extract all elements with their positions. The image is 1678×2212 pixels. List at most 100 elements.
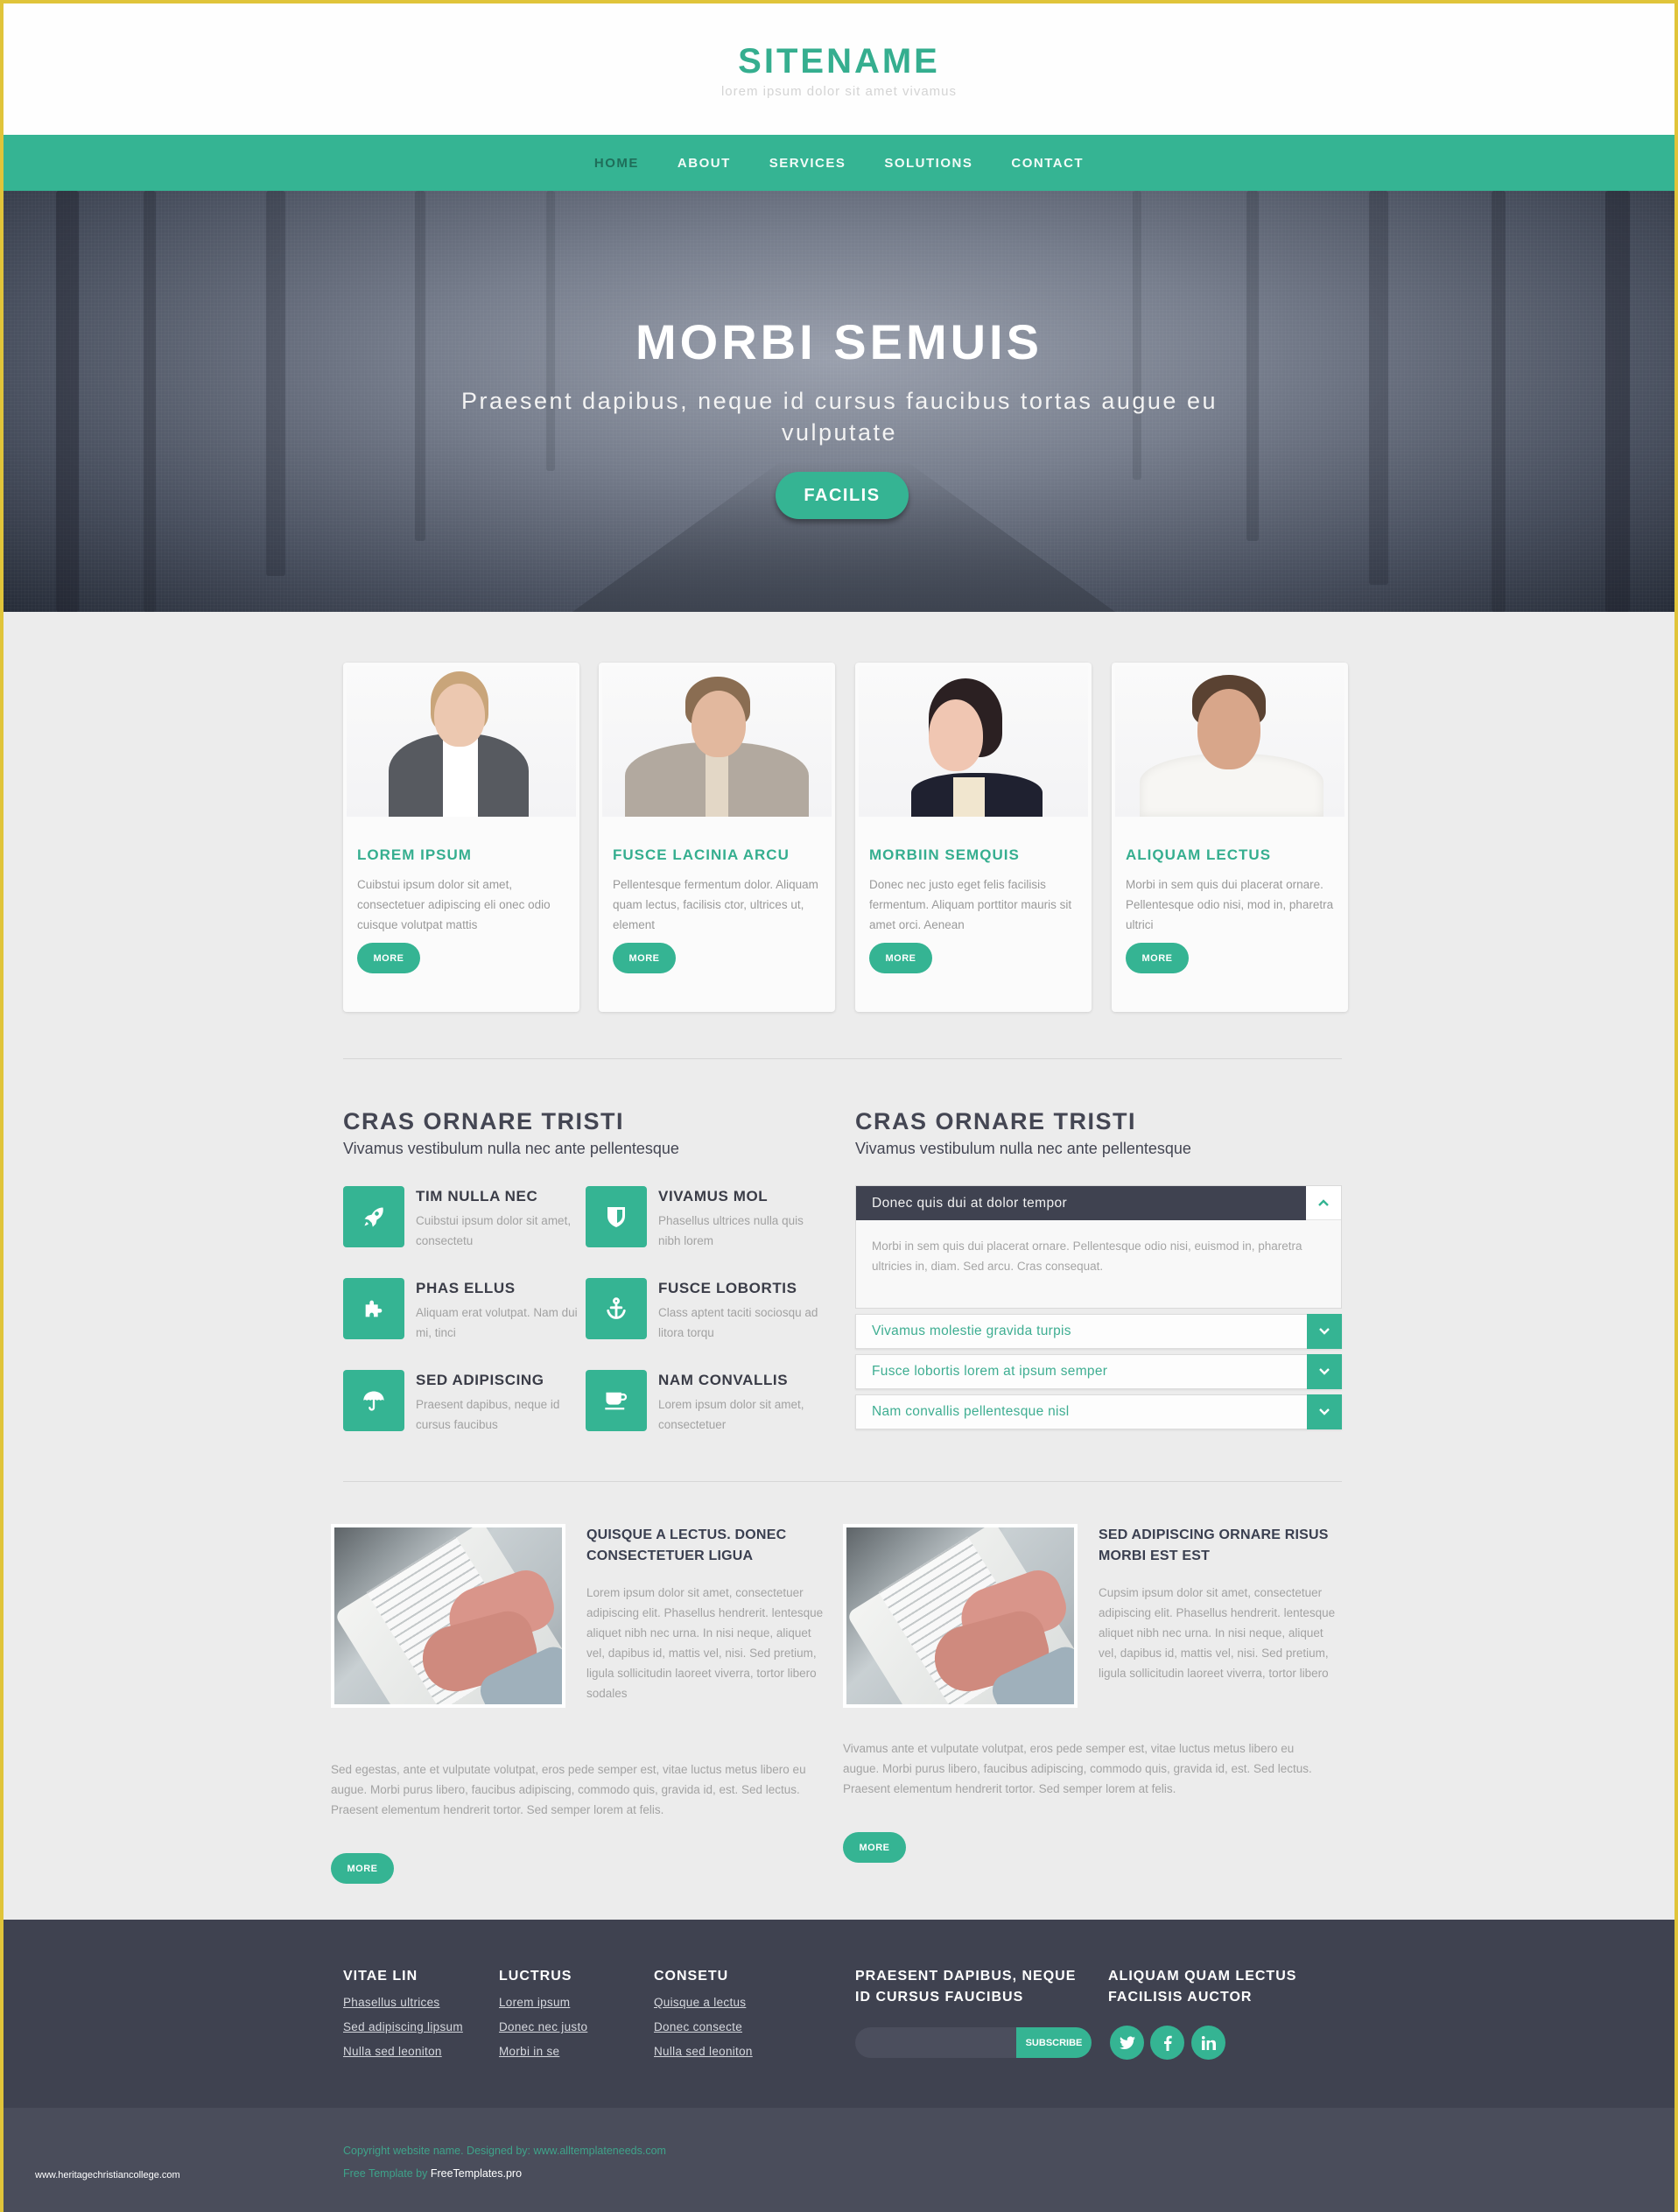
- article-image: [843, 1524, 1078, 1708]
- features-title: CRAS ORNARE TRISTI: [343, 1108, 625, 1134]
- subscribe-button[interactable]: SUBSCRIBE: [1016, 2027, 1092, 2058]
- linkedin-icon[interactable]: [1191, 2026, 1225, 2060]
- footer-link[interactable]: Sed adipiscing lipsum: [343, 2020, 463, 2033]
- accordion-item[interactable]: Nam convallis pellentesque nisl: [855, 1394, 1342, 1429]
- chevron-down-icon[interactable]: [1307, 1354, 1342, 1389]
- article-more-button[interactable]: MORE: [843, 1832, 906, 1863]
- team-description: Cuibstui ipsum dolor sit amet, consectet…: [357, 878, 551, 931]
- chevron-up-icon[interactable]: [1306, 1186, 1341, 1220]
- more-button[interactable]: MORE: [613, 943, 676, 973]
- chevron-down-icon[interactable]: [1307, 1314, 1342, 1349]
- footer-link[interactable]: Nulla sed leoniton: [343, 2045, 442, 2058]
- twitter-icon[interactable]: [1110, 2026, 1144, 2060]
- more-button[interactable]: MORE: [869, 943, 932, 973]
- hero-banner: MORBI SEMUIS Praesent dapibus, neque id …: [4, 191, 1674, 612]
- team-card: LOREM IPSUM Cuibstui ipsum dolor sit ame…: [343, 663, 579, 1012]
- footer-column-title: CONSETU: [654, 1969, 729, 1984]
- team-name: MORBIIN SEMQUIS: [869, 846, 1020, 863]
- section-divider: [343, 1481, 1342, 1482]
- hero-tree: [1605, 191, 1630, 612]
- footer-link[interactable]: Morbi in se: [499, 2045, 559, 2058]
- footer-link[interactable]: Quisque a lectus: [654, 1996, 746, 2009]
- footer-link[interactable]: Nulla sed leoniton: [654, 2045, 753, 2058]
- shield-icon: [586, 1186, 647, 1247]
- bottom-bar: [4, 2108, 1674, 2212]
- nav-solutions[interactable]: SOLUTIONS: [865, 156, 992, 171]
- accordion-panel-open: Donec quis dui at dolor tempor Morbi in …: [855, 1185, 1342, 1309]
- accordion-item-label[interactable]: Fusce lobortis lorem at ipsum semper: [872, 1355, 1107, 1388]
- footer-link[interactable]: Lorem ipsum: [499, 1996, 570, 2009]
- puzzle-icon: [343, 1278, 404, 1339]
- footer-link[interactable]: Phasellus ultrices: [343, 1996, 439, 2009]
- nav-contact[interactable]: CONTACT: [992, 156, 1103, 171]
- article-image: [331, 1524, 565, 1708]
- copyright-text: Copyright website name. Designed by: www…: [343, 2145, 666, 2157]
- hero-subtitle: Praesent dapibus, neque id cursus faucib…: [461, 388, 1218, 446]
- article-more-button[interactable]: MORE: [331, 1853, 394, 1884]
- accordion-header[interactable]: Donec quis dui at dolor tempor: [856, 1186, 1306, 1220]
- article-extra-text: Vivamus ante et vulputate volutpat, eros…: [843, 1742, 1312, 1795]
- team-photo: [1115, 666, 1345, 817]
- more-button[interactable]: MORE: [357, 943, 420, 973]
- accordion-body: Morbi in sem quis dui placerat ornare. P…: [872, 1239, 1302, 1273]
- feature-title: SED ADIPISCING: [416, 1372, 544, 1388]
- photo-face: [929, 699, 983, 771]
- team-name: FUSCE LACINIA ARCU: [613, 846, 790, 863]
- team-card: ALIQUAM LECTUS Morbi in sem quis dui pla…: [1112, 663, 1348, 1012]
- nav-services[interactable]: SERVICES: [750, 156, 866, 171]
- accordion-item-label[interactable]: Vivamus molestie gravida turpis: [872, 1315, 1071, 1348]
- footer: [4, 1920, 1674, 2108]
- photo-face: [434, 684, 485, 747]
- feature-item: SED ADIPISCING Praesent dapibus, neque i…: [343, 1370, 588, 1433]
- feature-text: Praesent dapibus, neque id cursus faucib…: [416, 1398, 560, 1431]
- feature-title: NAM CONVALLIS: [658, 1372, 789, 1388]
- accordion-item-label[interactable]: Nam convallis pellentesque nisl: [872, 1395, 1070, 1429]
- chevron-down-icon[interactable]: [1307, 1394, 1342, 1429]
- footer-link[interactable]: Donec consecte: [654, 2020, 742, 2033]
- team-name: LOREM IPSUM: [357, 846, 472, 863]
- social-title: ALIQUAM QUAM LECTUS FACILISIS AUCTOR: [1108, 1969, 1297, 2005]
- feature-item: PHAS ELLUS Aliquam erat volutpat. Nam du…: [343, 1278, 588, 1341]
- team-name: ALIQUAM LECTUS: [1126, 846, 1272, 863]
- feature-text: Cuibstui ipsum dolor sit amet, consectet…: [416, 1214, 572, 1247]
- newsletter-title: PRAESENT DAPIBUS, NEQUE ID CURSUS FAUCIB…: [855, 1969, 1077, 2005]
- features-subtitle: Vivamus vestibulum nulla nec ante pellen…: [343, 1140, 679, 1157]
- section-divider: [343, 1058, 1342, 1059]
- team-photo: [347, 666, 576, 817]
- facebook-icon[interactable]: [1150, 2026, 1184, 2060]
- feature-title: VIVAMUS MOL: [658, 1188, 769, 1204]
- site-tagline: lorem ipsum dolor sit amet vivamus: [720, 84, 958, 99]
- feature-text: Phasellus ultrices nulla quis nibh lorem: [658, 1214, 804, 1247]
- hero-tree: [266, 191, 285, 576]
- template-credit-prefix: Free Template by: [343, 2167, 431, 2180]
- feature-item: FUSCE LOBORTIS Class aptent taciti socio…: [586, 1278, 831, 1341]
- hero-tree: [56, 191, 79, 612]
- article-body: Cupsim ipsum dolor sit amet, consectetue…: [1099, 1586, 1336, 1680]
- accordion-item[interactable]: Vivamus molestie gravida turpis: [855, 1314, 1342, 1349]
- watermark-text: www.heritagechristiancollege.com: [35, 2170, 180, 2180]
- footer-column-title: LUCTRUS: [499, 1969, 572, 1984]
- hero-tree: [1369, 191, 1388, 585]
- nav-home[interactable]: HOME: [575, 156, 658, 171]
- photo-face: [1197, 689, 1260, 769]
- more-button[interactable]: MORE: [1126, 943, 1189, 973]
- site-logo[interactable]: SITENAME: [4, 42, 1674, 81]
- footer-link[interactable]: Donec nec justo: [499, 2020, 587, 2033]
- feature-item: VIVAMUS MOL Phasellus ultrices nulla qui…: [586, 1186, 831, 1249]
- nav-about[interactable]: ABOUT: [658, 156, 750, 171]
- feature-item: NAM CONVALLIS Lorem ipsum dolor sit amet…: [586, 1370, 831, 1433]
- feature-title: PHAS ELLUS: [416, 1280, 516, 1296]
- newsletter-email-input[interactable]: [855, 2027, 1016, 2058]
- template-credit-link[interactable]: FreeTemplates.pro: [431, 2167, 522, 2180]
- article-extra-text: Sed egestas, ante et vulputate volutpat,…: [331, 1763, 806, 1816]
- feature-text: Lorem ipsum dolor sit amet, consectetuer: [658, 1398, 804, 1431]
- feature-item: TIM NULLA NEC Cuibstui ipsum dolor sit a…: [343, 1186, 588, 1249]
- team-card: MORBIIN SEMQUIS Donec nec justo eget fel…: [855, 663, 1092, 1012]
- coffee-cup-icon: [586, 1370, 647, 1431]
- hero-cta-button[interactable]: FACILIS: [776, 472, 909, 519]
- team-photo: [859, 666, 1088, 817]
- photo-shirt: [443, 738, 478, 817]
- accordion-item[interactable]: Fusce lobortis lorem at ipsum semper: [855, 1354, 1342, 1389]
- footer-column-title: VITAE LIN: [343, 1969, 418, 1984]
- article-body: Lorem ipsum dolor sit amet, consectetuer…: [586, 1586, 824, 1700]
